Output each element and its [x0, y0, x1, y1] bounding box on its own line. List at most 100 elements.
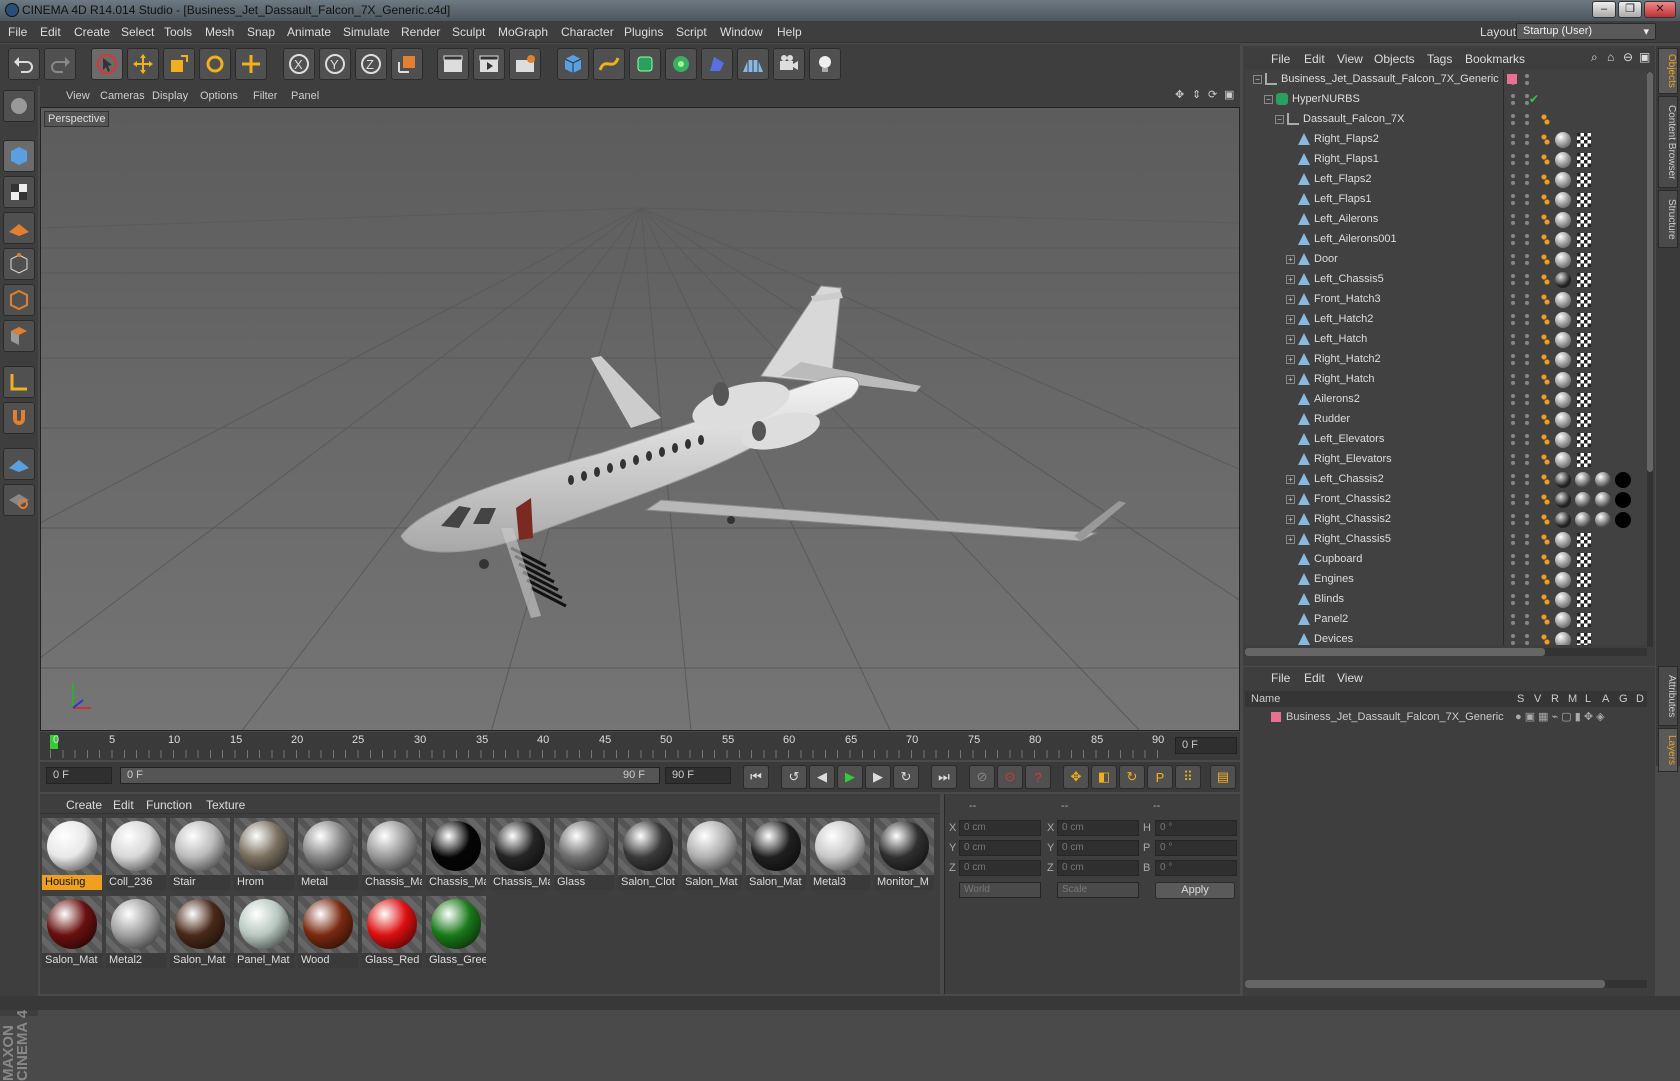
object-name[interactable]: Left_Chassis2	[1314, 473, 1384, 485]
material-tag-icon[interactable]	[1555, 332, 1571, 348]
material-tag-icon[interactable]	[1615, 512, 1631, 528]
material-swatch[interactable]: Stair	[170, 818, 230, 890]
object-row[interactable]: Devices	[1245, 630, 1647, 645]
material-tag-icon[interactable]	[1555, 432, 1571, 448]
previous-key-button[interactable]: ↺	[781, 765, 807, 789]
material-tag-icon[interactable]	[1555, 132, 1571, 148]
key-position-button[interactable]: ✥	[1063, 765, 1089, 789]
go-to-start-button[interactable]: ⏮	[743, 765, 769, 789]
material-swatch[interactable]: Metal	[298, 818, 358, 890]
phong-tag-icon[interactable]	[1541, 274, 1550, 285]
autokeying-button[interactable]: ⊙	[997, 765, 1023, 789]
layer-menu-file[interactable]: File	[1271, 671, 1290, 685]
tab-attributes[interactable]: Attributes	[1658, 666, 1678, 726]
material-menu-texture[interactable]: Texture	[206, 798, 245, 812]
live-selection-button[interactable]	[91, 48, 123, 80]
visibility-dots-icon[interactable]	[1507, 274, 1531, 286]
rotate-tool-button[interactable]	[199, 48, 231, 80]
phong-tag-icon[interactable]	[1541, 634, 1550, 645]
object-name[interactable]: Right_Flaps1	[1314, 153, 1379, 165]
make-editable-button[interactable]	[3, 90, 35, 122]
material-swatch[interactable]: Chassis_Ma	[426, 818, 486, 890]
texture-tag-icon[interactable]	[1577, 153, 1591, 167]
planar-workplane-button[interactable]	[3, 484, 35, 516]
expand-toggle-icon[interactable]: −	[1253, 75, 1262, 84]
material-tag-icon[interactable]	[1555, 552, 1571, 568]
phong-tag-icon[interactable]	[1541, 194, 1550, 205]
phong-tag-icon[interactable]	[1541, 294, 1550, 305]
material-menu-edit[interactable]: Edit	[113, 798, 134, 812]
layer-hscrollbar-thumb[interactable]	[1245, 980, 1605, 988]
object-name[interactable]: Dassault_Falcon_7X	[1303, 113, 1405, 125]
material-swatch[interactable]: Coll_236	[106, 818, 166, 890]
minimize-button[interactable]: –	[1592, 1, 1616, 18]
collapse-icon[interactable]: ⊖	[1623, 50, 1633, 64]
material-swatch[interactable]: Monitor_M	[874, 818, 934, 890]
expand-toggle-icon[interactable]: +	[1286, 255, 1295, 264]
object-name[interactable]: Right_Chassis5	[1314, 533, 1391, 545]
viewport-zoom-icon[interactable]: ⇕	[1192, 88, 1201, 101]
polygons-mode-button[interactable]	[3, 320, 35, 352]
object-menu-edit[interactable]: Edit	[1304, 52, 1325, 66]
object-name[interactable]: Left_Ailerons	[1314, 213, 1378, 225]
panel-icon[interactable]: ▣	[1639, 50, 1650, 64]
object-name[interactable]: Right_Hatch	[1314, 373, 1375, 385]
go-to-end-button[interactable]: ⏭	[931, 765, 957, 789]
material-swatch[interactable]: Glass_Red	[362, 896, 422, 968]
material-tag-icon[interactable]	[1555, 212, 1571, 228]
visibility-dots-icon[interactable]	[1507, 234, 1531, 246]
snap-button[interactable]	[3, 402, 35, 434]
phong-tag-icon[interactable]	[1541, 454, 1550, 465]
position-z-field[interactable]: 0 cm	[959, 860, 1041, 876]
menu-render[interactable]: Render	[401, 25, 440, 39]
timeline-ruler[interactable]: 0 5 10 15 20 25 30 35 40 45 50 55 60 65 …	[40, 732, 1240, 760]
menu-tools[interactable]: Tools	[164, 25, 192, 39]
visibility-dots-icon[interactable]	[1507, 374, 1531, 386]
object-name[interactable]: Panel2	[1314, 613, 1348, 625]
object-menu-objects[interactable]: Objects	[1374, 52, 1415, 66]
material-tag-icon[interactable]	[1555, 532, 1571, 548]
visibility-dots-icon[interactable]	[1507, 394, 1531, 406]
object-row[interactable]: + Left_Chassis2	[1245, 470, 1647, 490]
mograph-cloner-button[interactable]	[665, 48, 697, 80]
viewport-menu-options[interactable]: Options	[200, 90, 238, 102]
material-tag-icon[interactable]	[1555, 392, 1571, 408]
object-menu-tags[interactable]: Tags	[1427, 52, 1452, 66]
texture-tag-icon[interactable]	[1577, 413, 1591, 427]
phong-tag-icon[interactable]	[1541, 234, 1550, 245]
material-tag-icon[interactable]	[1555, 492, 1571, 508]
object-name[interactable]: HyperNURBS	[1292, 93, 1360, 105]
object-name[interactable]: Left_Flaps1	[1314, 193, 1371, 205]
object-row[interactable]: Right_Flaps2	[1245, 130, 1647, 150]
layout-dropdown[interactable]: Startup (User) ▾	[1516, 23, 1656, 40]
previous-frame-button[interactable]: ◀	[809, 765, 835, 789]
viewport-maximize-icon[interactable]: ▣	[1224, 88, 1234, 101]
phong-tag-icon[interactable]	[1541, 594, 1550, 605]
viewport-menu-view[interactable]: View	[66, 90, 90, 102]
object-name[interactable]: Left_Hatch2	[1314, 313, 1373, 325]
object-name[interactable]: Right_Elevators	[1314, 453, 1392, 465]
visibility-dots-icon[interactable]	[1507, 494, 1531, 506]
perspective-viewport[interactable]: Perspective	[40, 107, 1240, 731]
material-swatch[interactable]: Salon_Mat	[170, 896, 230, 968]
object-name[interactable]: Door	[1314, 253, 1338, 265]
expand-toggle-icon[interactable]: +	[1286, 535, 1295, 544]
layer-hscrollbar[interactable]	[1245, 980, 1647, 988]
next-frame-button[interactable]: ▶	[865, 765, 891, 789]
texture-tag-icon[interactable]	[1577, 533, 1591, 547]
visibility-dots-icon[interactable]	[1507, 154, 1531, 166]
scrollbar-thumb[interactable]	[1647, 72, 1653, 472]
object-row[interactable]: Panel2	[1245, 610, 1647, 630]
expand-toggle-icon[interactable]: +	[1286, 275, 1295, 284]
object-name[interactable]: Front_Hatch3	[1314, 293, 1381, 305]
phong-tag-icon[interactable]	[1541, 394, 1550, 405]
object-row[interactable]: Left_Flaps2	[1245, 170, 1647, 190]
material-tag-icon[interactable]	[1555, 612, 1571, 628]
material-tag-icon[interactable]	[1555, 372, 1571, 388]
object-name[interactable]: Rudder	[1314, 413, 1350, 425]
search-icon[interactable]: ⌕	[1591, 50, 1598, 65]
object-name[interactable]: Left_Ailerons001	[1314, 233, 1397, 245]
object-row[interactable]: + Right_Hatch	[1245, 370, 1647, 390]
object-name[interactable]: Right_Hatch2	[1314, 353, 1381, 365]
material-swatch[interactable]: Glass_Gree	[426, 896, 486, 968]
